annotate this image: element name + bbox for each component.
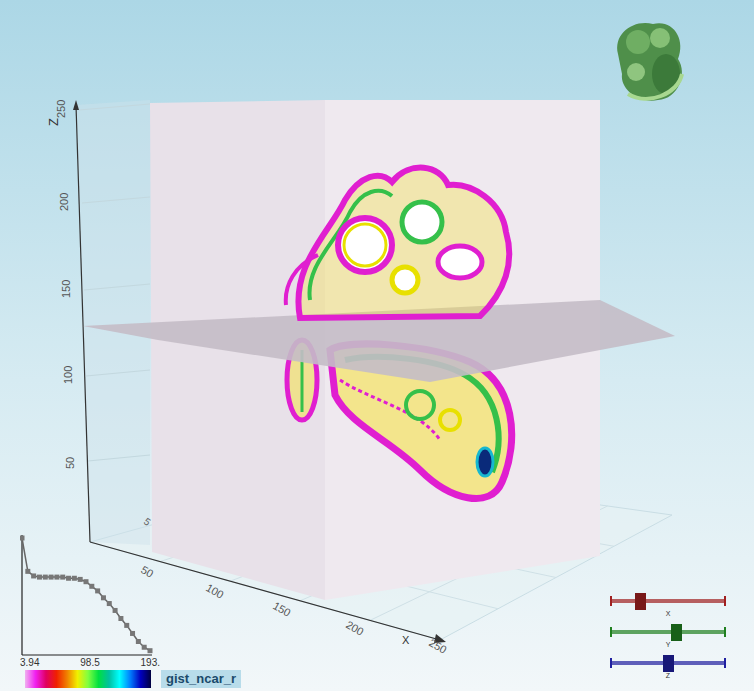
opacity-point[interactable] <box>113 608 118 613</box>
slider-handle[interactable] <box>635 593 646 610</box>
opacity-point[interactable] <box>20 536 25 541</box>
opacity-point[interactable] <box>84 579 89 584</box>
opacity-point[interactable] <box>118 616 123 621</box>
opacity-point[interactable] <box>31 573 36 578</box>
wall-gridline <box>82 197 150 203</box>
transfer-function-panel[interactable]: 3.94 98.5 193.gist_ncar_r <box>20 535 245 688</box>
opacity-point[interactable] <box>107 601 112 606</box>
x-tick-label: 200 <box>344 618 366 638</box>
opacity-point[interactable] <box>37 575 42 580</box>
slider-label: Z <box>666 672 670 679</box>
y-tick-label: 5 <box>142 516 153 528</box>
slider-track <box>610 630 726 634</box>
opacity-point[interactable] <box>54 575 59 580</box>
slider-cap <box>724 596 726 606</box>
opacity-point[interactable] <box>142 645 147 650</box>
wall-gridline <box>86 370 150 376</box>
slider-track <box>610 599 726 603</box>
x-axis <box>90 542 440 640</box>
z-tick-label: 50 <box>64 457 76 469</box>
slice-slider[interactable]: X <box>608 592 728 617</box>
colorbar <box>25 670 151 688</box>
z-tick-label: 150 <box>60 280 72 298</box>
transfer-tick-label: 193. <box>141 657 160 669</box>
opacity-point[interactable] <box>95 588 100 593</box>
slider-handle[interactable] <box>671 624 682 641</box>
opacity-point[interactable] <box>25 569 30 574</box>
transfer-tick-label: 98.5 <box>80 657 99 669</box>
slider-label: Y <box>666 641 671 648</box>
x-tick-label: 50 <box>139 563 156 580</box>
opacity-point[interactable] <box>101 595 106 600</box>
z-tick-label: 250 <box>55 100 67 118</box>
opacity-point[interactable] <box>89 584 94 589</box>
x-tick-label: 100 <box>204 581 226 601</box>
back-wall <box>76 100 150 545</box>
opacity-point[interactable] <box>130 631 135 636</box>
colormap-label: gist_ncar_r <box>161 670 241 688</box>
z-axis-arrow-icon <box>73 100 79 110</box>
x-axis-label: X <box>402 634 410 646</box>
slider-handle[interactable] <box>663 655 674 672</box>
slice-slider[interactable]: Z <box>608 654 728 679</box>
slider-cap <box>610 627 612 637</box>
opacity-point[interactable] <box>43 575 48 580</box>
z-axis-label: Z <box>46 118 61 126</box>
wall-gridline <box>84 284 150 290</box>
opacity-point[interactable] <box>124 623 129 628</box>
opacity-point[interactable] <box>148 648 153 653</box>
opacity-chart[interactable] <box>20 535 154 657</box>
model-thumbnail-icon <box>608 14 692 106</box>
z-tick-label: 100 <box>62 366 74 384</box>
opacity-point[interactable] <box>49 575 54 580</box>
slider-cap <box>724 627 726 637</box>
cross-section-upper <box>286 168 509 318</box>
slider-cap <box>610 596 612 606</box>
slider-cap <box>724 658 726 668</box>
opacity-point[interactable] <box>72 576 77 581</box>
z-axis <box>76 105 90 542</box>
slider-label: X <box>666 610 671 617</box>
x-tick-label: 150 <box>271 599 293 619</box>
opacity-curve <box>22 538 150 651</box>
opacity-point[interactable] <box>60 575 65 580</box>
slice-sliders: X Y Z <box>608 592 728 679</box>
wall-gridline <box>79 104 150 110</box>
wall-gridline <box>88 455 150 461</box>
opacity-point[interactable] <box>136 639 141 644</box>
x-tick-label: 250 <box>427 636 449 656</box>
opacity-point[interactable] <box>66 576 71 581</box>
transfer-tick-label: 3.94 <box>20 657 39 669</box>
opacity-point[interactable] <box>78 577 83 582</box>
z-tick-label: 200 <box>58 193 70 211</box>
volume-viewer: Z 50 100 150 200 250 5 50 100 150 200 250 X 3.94 98.5 1… <box>0 0 754 691</box>
slider-cap <box>610 658 612 668</box>
scene-canvas[interactable]: Z 50 100 150 200 250 5 50 100 150 200 250 X <box>0 0 754 691</box>
slice-slider[interactable]: Y <box>608 623 728 648</box>
